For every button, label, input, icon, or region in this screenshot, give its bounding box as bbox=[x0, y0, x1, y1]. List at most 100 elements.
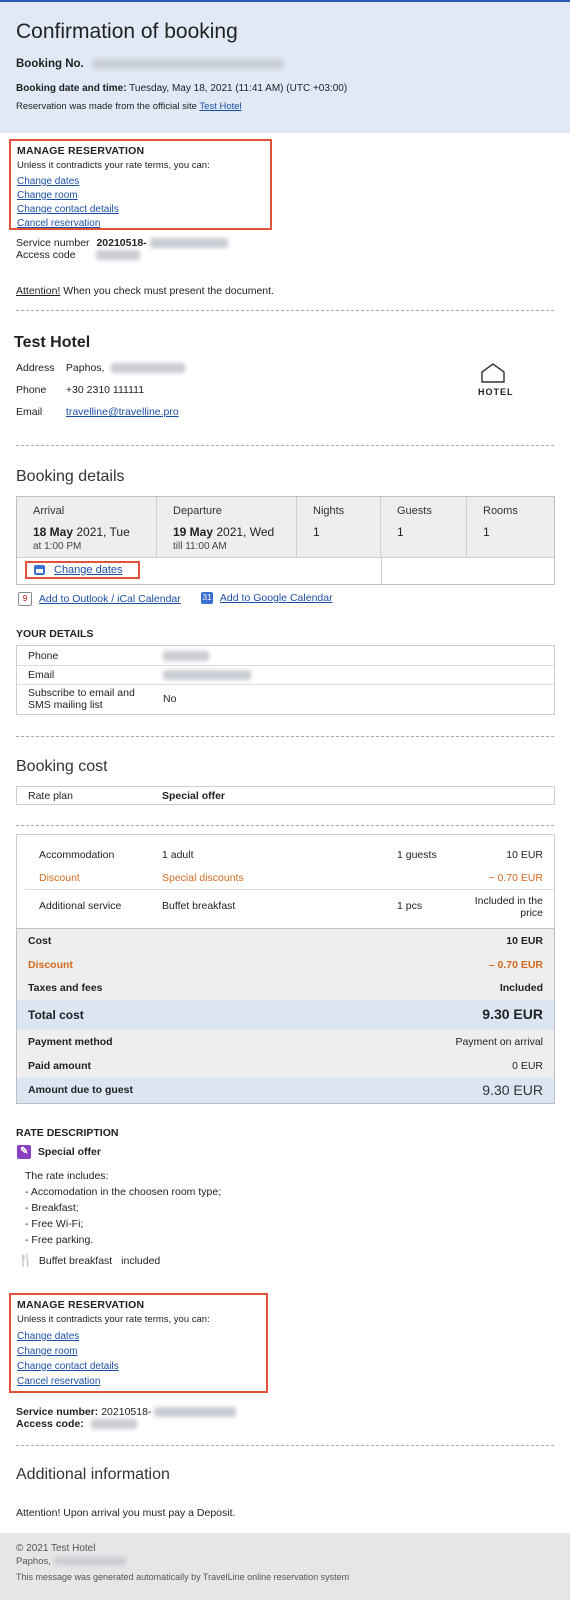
footer-address: Paphos, bbox=[16, 1556, 126, 1567]
google-calendar-link[interactable]: Add to Google Calendar bbox=[220, 592, 333, 604]
amount-due-row: Amount due to guest 9.30 EUR bbox=[17, 1078, 554, 1103]
rate-line: - Accomodation in the choosen room type; bbox=[25, 1186, 222, 1198]
buffet-status: included bbox=[121, 1255, 161, 1267]
hotel-phone: Phone +30 2310 111111 bbox=[16, 384, 144, 396]
arrival-day: 18 May bbox=[33, 525, 74, 539]
cost-summary-table: Cost 10 EUR Discount – 0.70 EUR Taxes an… bbox=[16, 928, 555, 1104]
cost-value: 10 EUR bbox=[506, 935, 543, 947]
cancel-reservation-link[interactable]: Cancel reservation bbox=[17, 218, 264, 229]
add-google-calendar[interactable]: 31 Add to Google Calendar bbox=[201, 592, 333, 605]
pencil-icon: ✎ bbox=[20, 1146, 29, 1157]
arrival-year: 2021, Tue bbox=[73, 525, 130, 539]
discount-value: – 0.70 EUR bbox=[488, 959, 543, 971]
reservation-source-text: Reservation was made from the official s… bbox=[16, 101, 197, 112]
email-label: Email bbox=[16, 406, 43, 418]
reservation-source: Reservation was made from the official s… bbox=[16, 101, 242, 112]
cost-items-table: Accommodation 1 adult 1 guests 10 EUR Di… bbox=[16, 834, 555, 928]
additional-info-title: Additional information bbox=[16, 1466, 170, 1483]
offer-icon: ✎ bbox=[17, 1145, 31, 1159]
amount-due-label: Amount due to guest bbox=[28, 1084, 133, 1096]
change-dates-button[interactable]: Change dates bbox=[25, 561, 140, 579]
row-divider bbox=[17, 684, 554, 685]
nights-cell: Nights 1 bbox=[297, 497, 381, 557]
hotel-logo-text: HOTEL bbox=[478, 387, 514, 397]
change-dates-link[interactable]: Change dates bbox=[17, 1331, 260, 1342]
total-value: 9.30 EUR bbox=[482, 1006, 543, 1022]
departure-label: Departure bbox=[173, 505, 222, 517]
service-number-value: 20210518- bbox=[96, 237, 147, 249]
access-code-redacted bbox=[90, 1419, 137, 1430]
booking-date-label: Booking date and time: bbox=[16, 83, 127, 94]
divider bbox=[16, 736, 554, 737]
total-label: Total cost bbox=[28, 1008, 84, 1022]
header-banner: Confirmation of booking Booking No. Book… bbox=[0, 0, 570, 133]
google-calendar-icon: 31 bbox=[201, 592, 213, 605]
attention-text: When you check must present the document… bbox=[60, 285, 274, 297]
table-divider bbox=[381, 557, 382, 585]
change-dates-link[interactable]: Change dates bbox=[17, 176, 264, 187]
payment-method-label: Payment method bbox=[28, 1036, 113, 1048]
access-code-label: Access code bbox=[16, 249, 76, 261]
arrival-label: Arrival bbox=[33, 505, 65, 517]
hotel-name: Test Hotel bbox=[14, 334, 91, 351]
add-outlook-calendar[interactable]: 9 Add to Outlook / iCal Calendar bbox=[18, 592, 181, 606]
service-number-bottom: Service number: 20210518- bbox=[16, 1406, 237, 1418]
outlook-calendar-link[interactable]: Add to Outlook / iCal Calendar bbox=[39, 593, 181, 605]
buffet-name: Buffet breakfast bbox=[38, 1255, 113, 1267]
taxes-row: Taxes and fees Included bbox=[17, 977, 554, 1001]
phone-label: Phone bbox=[16, 384, 47, 396]
divider bbox=[16, 310, 554, 311]
nights-value: 1 bbox=[313, 525, 320, 539]
change-contact-details-link[interactable]: Change contact details bbox=[17, 1361, 260, 1372]
offer-name: Special offer bbox=[37, 1145, 101, 1158]
rate-plan-label: Rate plan bbox=[28, 790, 73, 802]
your-details-table: Phone Email Subscribe to email and SMS m… bbox=[16, 645, 555, 715]
footer-note: This message was generated automatically… bbox=[16, 1572, 350, 1582]
discount-desc: Special discounts bbox=[162, 872, 244, 884]
access-code-bottom: Access code: bbox=[16, 1418, 137, 1430]
arrival-date: 18 May 2021, Tue bbox=[33, 525, 130, 539]
address-label: Address bbox=[16, 362, 55, 374]
hotel-email-link[interactable]: travelline@travelline.pro bbox=[66, 406, 179, 418]
change-room-link[interactable]: Change room bbox=[17, 190, 264, 201]
change-room-link[interactable]: Change room bbox=[17, 1346, 260, 1357]
booking-date: Booking date and time: Tuesday, May 18, … bbox=[16, 83, 347, 94]
cancel-reservation-link[interactable]: Cancel reservation bbox=[17, 1376, 260, 1387]
paid-amount-label: Paid amount bbox=[28, 1060, 92, 1072]
cost-label: Cost bbox=[28, 935, 52, 947]
service-number-redacted bbox=[149, 238, 228, 249]
rooms-value: 1 bbox=[483, 525, 490, 539]
access-code: Access code bbox=[16, 249, 141, 261]
manage-title: MANAGE RESERVATION bbox=[17, 1299, 145, 1311]
hotel-email: Email travelline@travelline.pro bbox=[16, 406, 179, 418]
row-divider bbox=[17, 665, 554, 666]
address-redacted bbox=[111, 363, 186, 374]
departure-year: 2021, Wed bbox=[213, 525, 275, 539]
additional-info-text: Attention! Upon arrival you must pay a D… bbox=[16, 1507, 236, 1519]
your-phone-redacted bbox=[163, 651, 209, 661]
booking-date-value: Tuesday, May 18, 2021 (11:41 AM) (UTC +0… bbox=[129, 83, 348, 94]
guests-value: 1 bbox=[397, 525, 404, 539]
phone-value: +30 2310 111111 bbox=[65, 384, 145, 396]
buffet-service: 🍴 Buffet breakfast included bbox=[18, 1253, 160, 1267]
change-contact-details-link[interactable]: Change contact details bbox=[17, 204, 264, 215]
item-price: 10 EUR bbox=[506, 849, 543, 861]
hotel-address: Address Paphos, bbox=[16, 362, 186, 374]
your-email-redacted bbox=[163, 670, 251, 680]
footer: © 2021 Test Hotel Paphos, This message w… bbox=[0, 1533, 570, 1600]
manage-title: MANAGE RESERVATION bbox=[17, 145, 145, 157]
discount-name: Discount bbox=[39, 872, 80, 884]
hotel-site-link[interactable]: Test Hotel bbox=[199, 101, 241, 112]
rate-description-title: RATE DESCRIPTION bbox=[16, 1127, 119, 1139]
item-name: Accommodation bbox=[39, 849, 115, 861]
arrival-cell: Arrival 18 May 2021, Tue at 1:00 PM bbox=[17, 497, 157, 557]
discount-label: Discount bbox=[28, 959, 73, 971]
service-number-label: Service number bbox=[16, 237, 90, 249]
table-divider bbox=[17, 557, 554, 558]
change-dates-link[interactable]: Change dates bbox=[54, 564, 123, 576]
paid-amount-value: 0 EUR bbox=[512, 1060, 543, 1072]
booking-details-table: Arrival 18 May 2021, Tue at 1:00 PM Depa… bbox=[16, 496, 555, 585]
service-number-label: Service number: bbox=[16, 1406, 99, 1418]
divider bbox=[16, 445, 554, 446]
calendar-icon-grid bbox=[36, 569, 43, 573]
